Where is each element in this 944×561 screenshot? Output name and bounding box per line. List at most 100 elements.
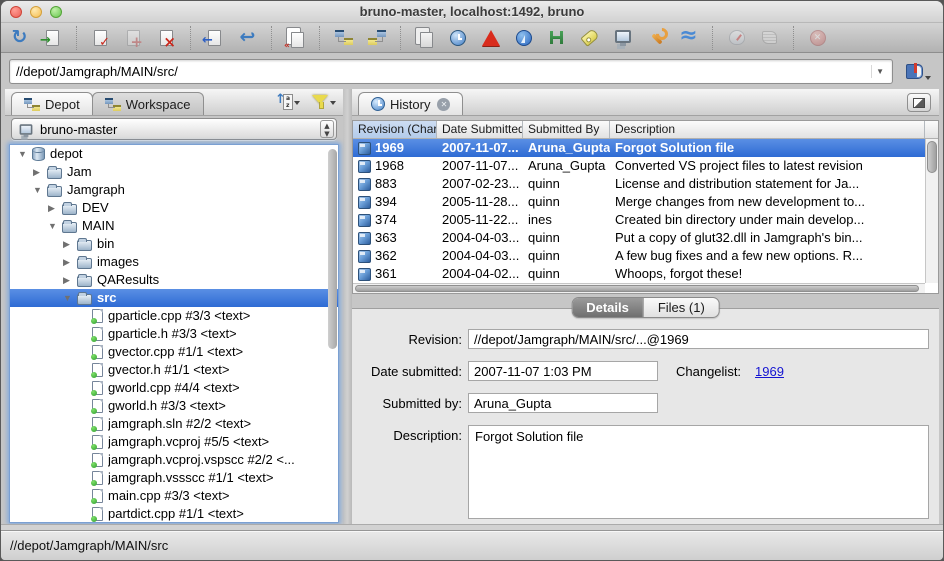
details-panel: Details Files (1) Revision: //depot/Jamg… (352, 297, 939, 524)
tree-item-main[interactable]: ▼ MAIN (10, 217, 338, 235)
integrate-button[interactable] (363, 25, 390, 51)
pane-layout-button[interactable] (907, 93, 931, 112)
history-horizontal-scrollbar-thumb[interactable] (355, 285, 919, 292)
column-header-description[interactable]: Description (610, 121, 925, 138)
description-field[interactable]: Forgot Solution file (468, 425, 929, 519)
revision-field[interactable]: //depot/Jamgraph/MAIN/src/...@1969 (468, 329, 929, 349)
history-row-374[interactable]: 374 2005-11-22... ines Created bin director… (353, 211, 925, 229)
refresh-button[interactable] (6, 25, 33, 51)
tree-item-gvector.h[interactable]: gvector.h #1/1 <text> (10, 361, 338, 379)
close-tab-icon[interactable] (437, 97, 451, 111)
column-header-submitted-by[interactable]: Submitted By (523, 121, 610, 138)
history-row-883[interactable]: 883 2007-02-23... quinn License and distrib… (353, 175, 925, 193)
tree-scrollbar-thumb[interactable] (328, 149, 337, 349)
vertical-splitter[interactable] (343, 89, 352, 524)
tree-item-jamgraph.vssscc[interactable]: jamgraph.vssscc #1/1 <text> (10, 469, 338, 487)
history-vertical-scrollbar-thumb[interactable] (927, 141, 937, 173)
filter-button[interactable] (311, 93, 337, 110)
tab-workspace[interactable]: Workspace (91, 92, 204, 115)
changelist-link[interactable]: 1969 (755, 364, 784, 379)
tree-item-gworld.h[interactable]: gworld.h #3/3 <text> (10, 397, 338, 415)
tree-item-label: DEV (82, 200, 109, 215)
tab-depot[interactable]: Depot (11, 92, 93, 115)
tree-item-qaresults[interactable]: ▶ QAResults (10, 271, 338, 289)
history-row-362[interactable]: 362 2004-04-03... quinn A few bug fixes and… (353, 247, 925, 265)
submitted-by-field[interactable]: Aruna_Gupta (468, 393, 658, 413)
tree-item-gworld.cpp[interactable]: gworld.cpp #4/4 <text> (10, 379, 338, 397)
time-lapse-view-button[interactable] (444, 25, 471, 51)
mark-for-delete-button[interactable] (153, 25, 180, 51)
file-icon (91, 363, 103, 378)
history-vertical-scrollbar[interactable] (925, 139, 938, 283)
collapse-arrow-icon[interactable]: ▼ (33, 181, 47, 199)
history-row-363[interactable]: 363 2004-04-03... quinn Put a copy of glut3… (353, 229, 925, 247)
expand-arrow-icon[interactable]: ▶ (33, 163, 47, 181)
merge-tool-button[interactable] (510, 25, 537, 51)
history-row-394[interactable]: 394 2005-11-28... quinn Merge changes from … (353, 193, 925, 211)
tree-item-dev[interactable]: ▶ DEV (10, 199, 338, 217)
column-header-revision[interactable]: Revision (Char ▼ (353, 121, 437, 138)
branch-mapping-button[interactable] (330, 25, 357, 51)
tree-item-images[interactable]: ▶ images (10, 253, 338, 271)
bookmarks-button[interactable] (901, 58, 935, 84)
tab-files[interactable]: Files (1) (642, 298, 719, 317)
collapse-arrow-icon[interactable]: ▼ (63, 289, 77, 307)
revision-number: 361 (375, 266, 397, 281)
date-submitted-field[interactable]: 2007-11-07 1:03 PM (468, 361, 658, 381)
submit-button[interactable] (201, 25, 228, 51)
duplicate-button[interactable] (411, 25, 438, 51)
tab-history[interactable]: History (358, 92, 464, 115)
history-row-1969[interactable]: 1969 2007-11-07... Aruna_Gupta Forgot Solut… (353, 139, 925, 157)
close-window-button[interactable] (10, 6, 22, 18)
streams-button[interactable] (675, 25, 702, 51)
get-latest-revision-button[interactable] (39, 25, 66, 51)
sort-options-button[interactable] (275, 92, 301, 110)
toolbar-separator (190, 25, 191, 50)
tree-item-bin[interactable]: ▶ bin (10, 235, 338, 253)
changelist-icon (358, 267, 371, 281)
changelist-icon (358, 177, 371, 191)
address-dropdown-arrow[interactable]: ▼ (871, 64, 888, 78)
tree-item-src[interactable]: ▼ src (10, 289, 338, 307)
revert-button[interactable] (234, 25, 261, 51)
tree-item-jamgraph.sln[interactable]: jamgraph.sln #2/2 <text> (10, 415, 338, 433)
history-row-361[interactable]: 361 2004-04-02... quinn Whoops, forgot thes… (353, 265, 925, 283)
tree-item-jamgraph.vcproj.vspscc[interactable]: jamgraph.vcproj.vspscc #2/2 <... (10, 451, 338, 469)
history-row-1968[interactable]: 1968 2007-11-07... Aruna_Gupta Converted VS… (353, 157, 925, 175)
expand-arrow-icon[interactable]: ▶ (63, 271, 77, 289)
submit-icon (202, 29, 221, 48)
expand-arrow-icon[interactable]: ▶ (63, 253, 77, 271)
tree-item-depot[interactable]: ▼ depot (10, 145, 338, 163)
tab-details[interactable]: Details (572, 298, 643, 317)
depot-tree-container: ▼ depot ▶ Jam ▼ Jamgraph ▶ DEV ▼ MAIN ▶ bin ▶ images ▶… (9, 144, 339, 523)
checkout-button[interactable] (87, 25, 114, 51)
administration-button[interactable] (642, 25, 669, 51)
tree-item-gvector.cpp[interactable]: gvector.cpp #1/1 <text> (10, 343, 338, 361)
label-button[interactable] (576, 25, 603, 51)
stepper-control[interactable]: ▲ ▼ (320, 120, 334, 138)
zoom-window-button[interactable] (50, 6, 62, 18)
history-horizontal-scrollbar[interactable] (353, 283, 925, 293)
branch-view-button[interactable] (543, 25, 570, 51)
diff-button[interactable] (282, 25, 309, 51)
revision-graph-button[interactable] (477, 25, 504, 51)
left-tab-tools (275, 92, 337, 110)
tree-item-main.cpp[interactable]: main.cpp #3/3 <text> (10, 487, 338, 505)
tree-item-gparticle.h[interactable]: gparticle.h #3/3 <text> (10, 325, 338, 343)
dashboard-icon (728, 30, 745, 45)
tree-item-jamgraph.vcproj[interactable]: jamgraph.vcproj #5/5 <text> (10, 433, 338, 451)
workspace-button[interactable] (609, 25, 636, 51)
tree-item-partdict.cpp[interactable]: partdict.cpp #1/1 <text> (10, 505, 338, 522)
collapse-arrow-icon[interactable]: ▼ (48, 217, 62, 235)
tree-item-gparticle.cpp[interactable]: gparticle.cpp #3/3 <text> (10, 307, 338, 325)
expand-arrow-icon[interactable]: ▶ (63, 235, 77, 253)
address-bar[interactable]: //depot/Jamgraph/MAIN/src/ ▼ (9, 58, 893, 84)
workspace-selector[interactable]: bruno-master ▲ ▼ (11, 118, 337, 140)
address-path[interactable]: //depot/Jamgraph/MAIN/src/ (16, 64, 871, 79)
minimize-window-button[interactable] (30, 6, 42, 18)
expand-arrow-icon[interactable]: ▶ (48, 199, 62, 217)
column-header-date[interactable]: Date Submitted (437, 121, 523, 138)
tree-item-jamgraph[interactable]: ▼ Jamgraph (10, 181, 338, 199)
tree-item-jam[interactable]: ▶ Jam (10, 163, 338, 181)
collapse-arrow-icon[interactable]: ▼ (18, 145, 32, 163)
